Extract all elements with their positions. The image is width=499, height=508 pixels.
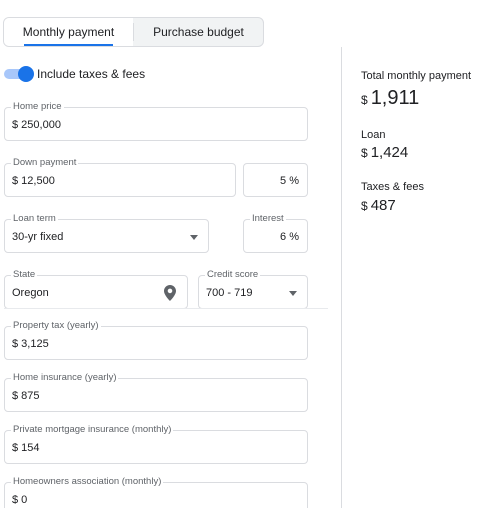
- loan-value: 1,424: [370, 144, 409, 161]
- credit-score-label: Credit score: [205, 269, 261, 281]
- taxes-fees-amount: $ 487: [361, 197, 396, 214]
- credit-score-value: 700 - 719: [206, 287, 253, 299]
- down-payment-label: Down payment: [11, 157, 79, 169]
- interest-value: 6 %: [280, 231, 299, 243]
- down-payment-percent-field[interactable]: 5 %: [243, 163, 308, 197]
- property-tax-value: $ 3,125: [12, 338, 49, 350]
- pmi-label: Private mortgage insurance (monthly): [11, 424, 174, 436]
- home-price-label: Home price: [11, 101, 64, 113]
- property-tax-label: Property tax (yearly): [11, 320, 101, 332]
- location-pin-icon[interactable]: [164, 285, 176, 301]
- state-field[interactable]: State Oregon: [4, 269, 188, 309]
- home-insurance-label: Home insurance (yearly): [11, 372, 119, 384]
- total-monthly-payment-label: Total monthly payment: [361, 70, 472, 82]
- loan-amount: $ 1,424: [361, 144, 408, 161]
- tab-purchase-budget[interactable]: Purchase budget: [134, 18, 263, 46]
- loan-term-value: 30-yr fixed: [12, 231, 64, 243]
- loan-currency: $: [361, 146, 368, 160]
- include-taxes-toggle[interactable]: [4, 66, 34, 82]
- home-insurance-field[interactable]: Home insurance (yearly) $ 875: [4, 372, 308, 412]
- down-payment-field[interactable]: Down payment $ 12,500: [4, 157, 236, 197]
- loan-term-label: Loan term: [11, 213, 58, 225]
- interest-field[interactable]: Interest 6 %: [243, 213, 308, 253]
- total-monthly-payment: $ 1,911: [361, 87, 419, 110]
- state-label: State: [11, 269, 38, 281]
- chevron-down-icon: [190, 235, 198, 240]
- down-payment-value: $ 12,500: [12, 175, 55, 187]
- home-price-field[interactable]: Home price $ 250,000: [4, 101, 308, 141]
- down-payment-percent-value: 5 %: [280, 175, 299, 187]
- total-currency: $: [361, 93, 368, 107]
- state-value: Oregon: [12, 287, 49, 299]
- toggle-knob: [18, 66, 34, 82]
- section-divider: [4, 308, 328, 309]
- tab-monthly-payment[interactable]: Monthly payment: [4, 18, 133, 46]
- include-taxes-label: Include taxes & fees: [37, 67, 146, 81]
- interest-label: Interest: [250, 213, 286, 225]
- loan-term-select[interactable]: Loan term 30-yr fixed: [4, 213, 209, 253]
- loan-label: Loan: [361, 129, 386, 141]
- chevron-down-icon: [289, 291, 297, 296]
- tab-purchase-budget-label: Purchase budget: [153, 25, 244, 39]
- taxes-fees-value: 487: [370, 197, 396, 214]
- pmi-field[interactable]: Private mortgage insurance (monthly) $ 1…: [4, 424, 308, 464]
- home-price-value: $ 250,000: [12, 119, 61, 131]
- home-insurance-value: $ 875: [12, 390, 40, 402]
- taxes-fees-label: Taxes & fees: [361, 181, 424, 193]
- hoa-label: Homeowners association (monthly): [11, 476, 164, 488]
- pmi-value: $ 154: [12, 442, 40, 454]
- total-monthly-payment-value: 1,911: [370, 87, 420, 109]
- calculator-tabs: Monthly payment Purchase budget: [3, 17, 264, 47]
- hoa-field[interactable]: Homeowners association (monthly) $ 0: [4, 476, 308, 508]
- panel-divider: [341, 47, 342, 508]
- include-taxes-row: Include taxes & fees: [4, 64, 145, 84]
- hoa-value: $ 0: [12, 494, 28, 506]
- credit-score-select[interactable]: Credit score 700 - 719: [198, 269, 308, 309]
- tab-monthly-payment-label: Monthly payment: [22, 25, 115, 39]
- taxes-currency: $: [361, 199, 368, 213]
- property-tax-field[interactable]: Property tax (yearly) $ 3,125: [4, 320, 308, 360]
